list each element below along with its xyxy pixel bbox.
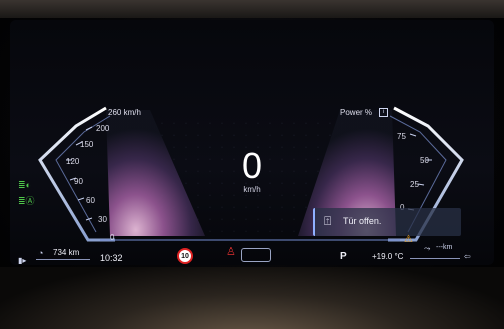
steering-wheel-rim (0, 267, 504, 329)
speed-readout: 0 (241, 145, 263, 186)
left-tick-120: 120 (66, 157, 80, 166)
speed-unit: km/h (243, 185, 261, 194)
low-beam-indicator-icon: ≣◐ (18, 180, 31, 190)
outside-temperature: +19.0 °C (372, 252, 404, 261)
left-tick-200: 200 (96, 124, 110, 133)
power-title: Power % (340, 108, 373, 117)
left-tick-150: 150 (80, 140, 94, 149)
trip-bar (410, 258, 460, 259)
notification-text: Tür offen. (343, 216, 382, 226)
door-icon: ⍐ (324, 214, 332, 228)
auto-headlight-indicator-icon: ≣Ⓐ (18, 196, 35, 206)
fuel-level-bar (36, 259, 90, 260)
clock: 10:32 (100, 253, 123, 263)
range-gauge-icon: ◔ (38, 248, 44, 258)
right-tick-75: 75 (397, 132, 406, 141)
right-tick-25: 25 (410, 180, 419, 189)
left-tick-90: 90 (74, 177, 83, 186)
right-gauge-ticks (407, 133, 432, 211)
car-status-icon (241, 248, 271, 262)
left-tick-0: 0 (110, 233, 115, 242)
left-tick-60: 60 (86, 196, 95, 205)
speed-limit-sign: 10 (177, 248, 193, 264)
warning-triangle-icon: ⚠ (404, 234, 413, 245)
range-readout: 734 km (53, 248, 80, 257)
right-tick-50: 50 (420, 156, 429, 165)
gear-indicator: P (340, 251, 347, 262)
vehicle-mode-icon: ⇦ (464, 252, 471, 261)
fuel-pump-icon: ▮▸ (18, 256, 27, 265)
trip-distance: ---km (436, 244, 453, 251)
power-info-icon: i (379, 108, 388, 117)
left-gauge-fill (106, 110, 205, 236)
left-gauge-max-label: 260 km/h (108, 108, 141, 117)
seatbelt-warning-icon: ♙ (226, 246, 236, 258)
route-icon: ⤳ (424, 244, 431, 253)
left-tick-30: 30 (98, 215, 107, 224)
door-open-notification: ⍐ Tür offen. (313, 208, 461, 236)
